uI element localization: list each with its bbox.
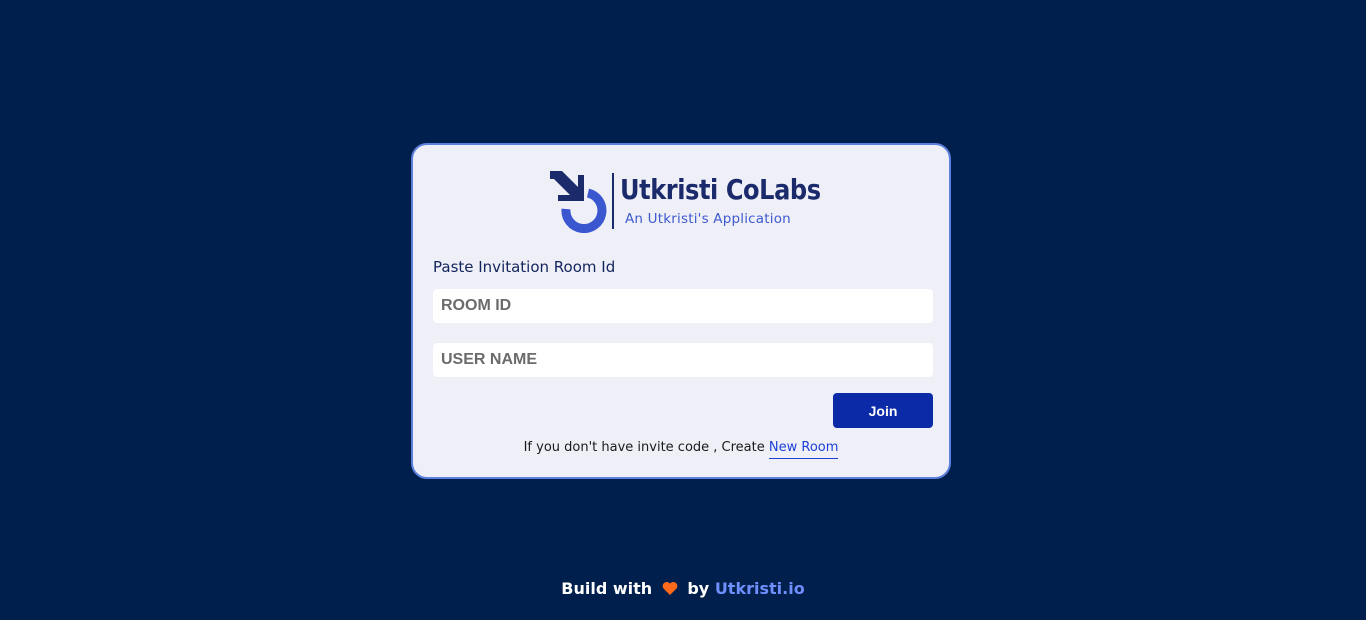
footer-by: by <box>687 579 710 598</box>
create-room-prompt: If you don't have invite code , Create N… <box>413 440 949 459</box>
colabs-logo-icon <box>550 171 607 233</box>
page: Utkristi CoLabs An Utkristi's Applicatio… <box>0 0 1366 620</box>
heart-icon <box>662 581 678 600</box>
join-room-card: Utkristi CoLabs An Utkristi's Applicatio… <box>411 143 951 479</box>
app-subtitle: An Utkristi's Application <box>625 211 791 227</box>
app-title: Utkristi CoLabs <box>620 173 821 206</box>
footer: Build with by Utkristi.io <box>0 579 1366 600</box>
room-id-section-label: Paste Invitation Room Id <box>433 258 616 276</box>
footer-prefix: Build with <box>561 579 653 598</box>
new-room-link[interactable]: New Room <box>768 440 839 459</box>
invite-text: If you don't have invite code , Create <box>523 440 769 455</box>
join-button[interactable]: Join <box>833 393 933 428</box>
app-logo: Utkristi CoLabs An Utkristi's Applicatio… <box>548 169 828 233</box>
room-id-input[interactable] <box>433 289 933 323</box>
utkristi-link[interactable]: Utkristi.io <box>715 579 805 598</box>
logo-divider <box>612 173 614 229</box>
username-input[interactable] <box>433 343 933 377</box>
